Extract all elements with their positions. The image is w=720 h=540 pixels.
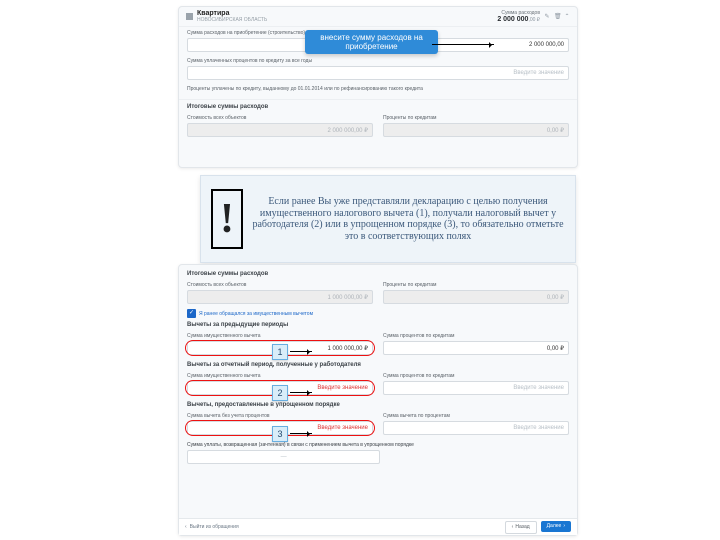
g1b-input[interactable]: 0,00 ₽ [383,341,569,355]
checkbox-icon: ✓ [187,309,196,318]
bot-c2-val: 0,00 ₽ [383,290,569,304]
g3b-input[interactable]: Введите значение [383,421,569,435]
bot-totals-title: Итоговые суммы расходов [187,271,569,277]
g1a-label: Сумма имущественного вычета [187,333,373,339]
delete-icon[interactable]: 🗑 [554,14,560,20]
field3-label: Проценты уплачены по кредиту, выданному … [187,86,569,92]
top-col1-val: 2 000 000,00 ₽ [187,123,373,137]
chevron-right-icon: › [563,523,565,529]
sum-amount: 2 000 000 [497,16,528,23]
arrow-1 [290,351,312,352]
exit-link[interactable]: ‹ Выйти из обращения [185,524,239,530]
bot-c1-label: Стоимость всех объектов [187,282,373,288]
top-col2-val: 0,00 ₽ [383,123,569,137]
g4-input[interactable]: — [187,450,380,464]
next-button[interactable]: Далее› [541,521,571,532]
g3a-label: Сумма вычета без учета процентов [187,413,373,419]
exclamation-icon: ! [211,189,243,249]
info-text: Если ранее Вы уже представляли деклараци… [251,196,565,242]
bottom-card: Итоговые суммы расходов Стоимость всех о… [178,264,578,536]
top-col1-label: Стоимость всех объектов [187,115,373,121]
building-icon [186,13,193,20]
info-panel: ! Если ранее Вы уже представляли деклара… [200,175,576,263]
arrow-3 [290,433,312,434]
bot-c2-label: Проценты по кредитам [383,282,569,288]
g2b-label: Сумма процентов по кредитам [383,373,569,379]
chevron-up-icon[interactable]: ⌃ [564,14,570,20]
g3b-label: Сумма вычета по процентам [383,413,569,419]
apartment-title: Квартира [197,10,267,17]
marker-3: 3 [272,426,288,442]
g2a-label: Сумма имущественного вычета [187,373,373,379]
group2-title: Вычеты за отчетный период, полученные у … [187,362,569,368]
callout-tooltip: внесите сумму расходов на приобретение [305,30,438,54]
group1-title: Вычеты за предыдущие периоды [187,322,569,328]
field2-input[interactable]: Введите значение [187,66,569,80]
marker-1: 1 [272,344,288,360]
bottom-footer: ‹ Выйти из обращения ‹Назад Далее› [179,518,577,535]
g1b-label: Сумма процентов по кредитам [383,333,569,339]
apartment-region: НОВОСИБИРСКАЯ ОБЛАСТЬ [197,17,267,23]
field2-label: Сумма уплаченных процентов по кредиту за… [187,58,569,64]
group3-title: Вычеты, предоставленные в упрощенном пор… [187,402,569,408]
apartment-header: Квартира НОВОСИБИРСКАЯ ОБЛАСТЬ Сумма рас… [179,7,577,27]
g2b-input[interactable]: Введите значение [383,381,569,395]
top-col2-label: Проценты по кредитам [383,115,569,121]
top-totals-title: Итоговые суммы расходов [187,104,569,110]
chevron-left-icon: ‹ [185,524,187,530]
bot-c1-val: 1 000 000,00 ₽ [187,290,373,304]
prev-deduction-checkbox[interactable]: ✓ Я ранее обращался за имущественным выч… [187,309,569,318]
back-button[interactable]: ‹Назад [505,521,537,534]
group4-title: Сумма уплаты, возвращенная (зачтенная) в… [187,442,569,448]
chevron-left-icon: ‹ [512,524,514,530]
edit-icon[interactable]: ✎ [544,14,550,20]
arrow-2 [290,392,312,393]
callout-arrow [432,44,494,45]
marker-2: 2 [272,385,288,401]
